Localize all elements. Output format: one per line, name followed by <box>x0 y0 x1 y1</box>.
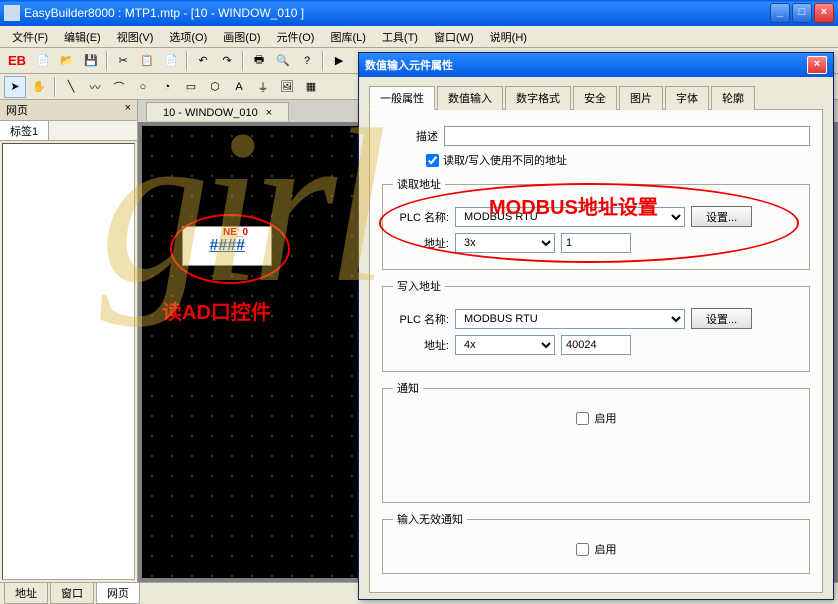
property-dialog: 数值输入元件属性 × 一般属性 数值输入 数字格式 安全 图片 字体 轮廓 描述… <box>358 52 834 600</box>
dialog-close-button[interactable]: × <box>807 56 827 74</box>
window-titlebar: EasyBuilder8000 : MTP1.mtp - [10 - WINDO… <box>0 0 838 26</box>
tab-image[interactable]: 图片 <box>619 86 663 110</box>
cut-icon[interactable]: ✂ <box>112 50 134 72</box>
menu-component[interactable]: 元件(O) <box>271 27 321 47</box>
write-addr-num[interactable] <box>561 335 631 355</box>
write-address-group: 写入地址 PLC 名称: MODBUS RTU 设置... 地址: 4x <box>382 278 810 372</box>
close-button[interactable]: × <box>814 3 834 23</box>
text-icon[interactable]: A <box>228 76 250 98</box>
minimize-button[interactable]: _ <box>770 3 790 23</box>
left-tab[interactable]: 标签1 <box>0 121 49 140</box>
new-icon[interactable]: 📄 <box>32 50 54 72</box>
tab-general[interactable]: 一般属性 <box>369 86 435 110</box>
left-panel: 网页 × 标签1 <box>0 100 138 582</box>
read-legend: 读取地址 <box>393 176 445 192</box>
annotation-ellipse <box>379 183 799 263</box>
addr-label-w: 地址: <box>393 337 449 353</box>
polyline-icon[interactable]: 〰 <box>84 76 106 98</box>
menubar: 文件(F) 编辑(E) 视图(V) 选项(O) 画图(D) 元件(O) 图库(L… <box>0 26 838 48</box>
menu-edit[interactable]: 编辑(E) <box>58 27 107 47</box>
rect-icon[interactable]: ▭ <box>180 76 202 98</box>
bottom-tab-page[interactable]: 网页 <box>96 582 140 604</box>
annotation-text: 读AD口控件 <box>162 296 271 325</box>
search-icon[interactable]: 🔍 <box>272 50 294 72</box>
write-settings-button[interactable]: 设置... <box>691 308 752 329</box>
panel-close-icon[interactable]: × <box>125 102 131 118</box>
annotation-circle <box>170 214 290 284</box>
tab-numeric[interactable]: 数值输入 <box>437 86 503 110</box>
window-title: EasyBuilder8000 : MTP1.mtp - [10 - WINDO… <box>24 6 770 20</box>
run-icon[interactable]: ▶ <box>328 50 350 72</box>
help-icon[interactable]: ? <box>296 50 318 72</box>
plc-label-w: PLC 名称: <box>393 311 449 327</box>
panel-title: 网页 <box>6 102 28 118</box>
write-addr-type[interactable]: 4x <box>455 335 555 355</box>
bottom-tab-address[interactable]: 地址 <box>4 582 48 604</box>
tab-close-icon[interactable]: × <box>266 107 272 119</box>
menu-tools[interactable]: 工具(T) <box>376 27 424 47</box>
invalid-notify-group: 输入无效通知 启用 <box>382 511 810 574</box>
undo-icon[interactable]: ↶ <box>192 50 214 72</box>
ellipse-icon[interactable]: ○ <box>132 76 154 98</box>
menu-file[interactable]: 文件(F) <box>6 27 54 47</box>
save-icon[interactable]: 💾 <box>80 50 102 72</box>
description-input[interactable] <box>444 126 810 146</box>
notify-enable-checkbox[interactable] <box>576 412 589 425</box>
write-legend: 写入地址 <box>393 278 445 294</box>
notify-enable-label: 启用 <box>595 410 617 426</box>
notify-legend: 通知 <box>393 380 423 396</box>
arc-icon[interactable]: ⌒ <box>108 76 130 98</box>
invalid-enable-label: 启用 <box>595 541 617 557</box>
dialog-tabs: 一般属性 数值输入 数字格式 安全 图片 字体 轮廓 <box>369 85 823 110</box>
redo-icon[interactable]: ↷ <box>216 50 238 72</box>
menu-help[interactable]: 说明(H) <box>484 27 533 47</box>
scale-icon[interactable]: ⏚ <box>252 76 274 98</box>
menu-window[interactable]: 窗口(W) <box>428 27 480 47</box>
diff-address-checkbox[interactable] <box>426 154 439 167</box>
menu-options[interactable]: 选项(O) <box>163 27 213 47</box>
invalid-enable-checkbox[interactable] <box>576 543 589 556</box>
paste-icon[interactable]: 📄 <box>160 50 182 72</box>
bottom-tab-window[interactable]: 窗口 <box>50 582 94 604</box>
panel-body <box>2 143 135 580</box>
dialog-title: 数值输入元件属性 <box>365 57 453 73</box>
tab-shape[interactable]: 轮廓 <box>711 86 755 110</box>
print-icon[interactable]: 🖶 <box>248 50 270 72</box>
open-icon[interactable]: 📂 <box>56 50 78 72</box>
menu-view[interactable]: 视图(V) <box>111 27 160 47</box>
tab-security[interactable]: 安全 <box>573 86 617 110</box>
pointer-icon[interactable]: ➤ <box>4 76 26 98</box>
maximize-button[interactable]: □ <box>792 3 812 23</box>
menu-draw[interactable]: 画图(D) <box>217 27 266 47</box>
table-icon[interactable]: ▦ <box>300 76 322 98</box>
notify-group: 通知 启用 <box>382 380 810 503</box>
write-plc-select[interactable]: MODBUS RTU <box>455 309 685 329</box>
tab-format[interactable]: 数字格式 <box>505 86 571 110</box>
tab-font[interactable]: 字体 <box>665 86 709 110</box>
pie-icon[interactable]: ◔ <box>156 76 178 98</box>
diff-address-label: 读取/写入使用不同的地址 <box>443 152 567 168</box>
menu-library[interactable]: 图库(L) <box>324 27 371 47</box>
desc-label: 描述 <box>382 128 438 144</box>
hand-icon[interactable]: ✋ <box>28 76 50 98</box>
polygon-icon[interactable]: ⬡ <box>204 76 226 98</box>
line-icon[interactable]: ╲ <box>60 76 82 98</box>
copy-icon[interactable]: 📋 <box>136 50 158 72</box>
invalid-legend: 输入无效通知 <box>393 511 467 527</box>
eb-logo: EB <box>4 53 30 68</box>
doc-tab[interactable]: 10 - WINDOW_010× <box>146 102 289 121</box>
image-icon[interactable]: 🖼 <box>276 76 298 98</box>
app-icon <box>4 5 20 21</box>
